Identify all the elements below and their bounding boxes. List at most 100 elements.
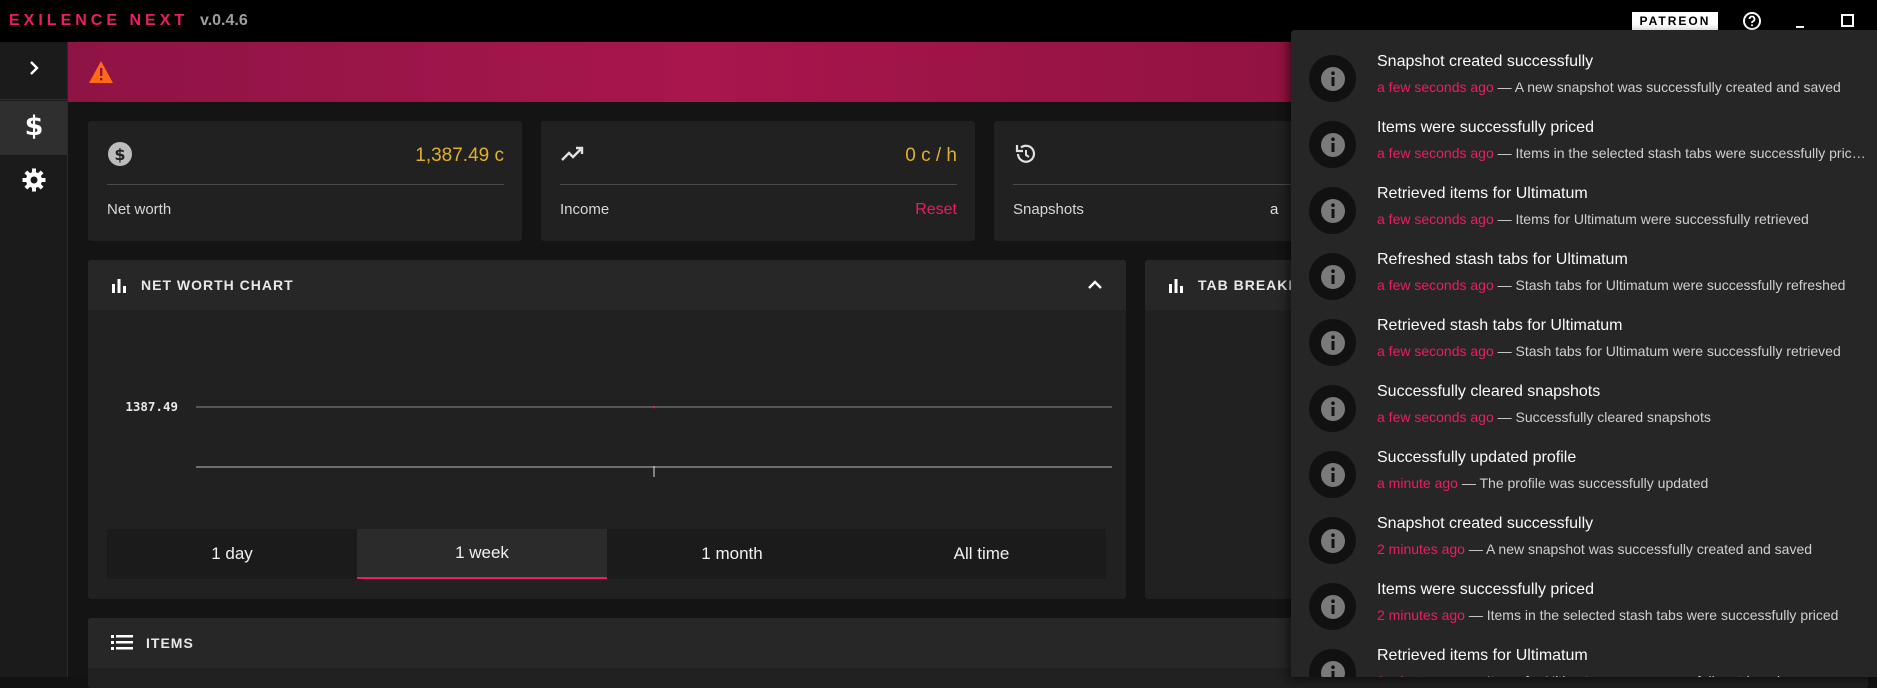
range-1-month[interactable]: 1 month bbox=[607, 529, 857, 579]
snapshots-value: a bbox=[1270, 201, 1279, 218]
history-icon bbox=[1013, 141, 1039, 172]
notification-message: — The profile was successfully updated bbox=[1457, 475, 1709, 491]
chevron-up-icon[interactable] bbox=[1086, 276, 1104, 299]
notification-item[interactable]: Snapshot created successfully 2 minutes a… bbox=[1291, 504, 1877, 570]
notification-message: — A new snapshot was successfully create… bbox=[1464, 541, 1813, 557]
sidebar-item-settings[interactable] bbox=[0, 155, 67, 209]
notification-item[interactable]: Successfully updated profile a minute ago… bbox=[1291, 438, 1877, 504]
notification-title: Retrieved items for Ultimatum bbox=[1377, 185, 1588, 202]
app-name: EXILENCE NEXT bbox=[9, 12, 189, 29]
net-worth-line-chart: 1387.49 14:53:53.029 bbox=[125, 399, 1112, 480]
notification-time: a few seconds ago bbox=[1377, 409, 1494, 425]
notification-message: — Items in the selected stash tabs were … bbox=[1493, 145, 1867, 161]
divider bbox=[560, 184, 957, 185]
notification-item[interactable]: Snapshot created successfully a few secon… bbox=[1291, 42, 1877, 108]
notifications-panel: Snapshot created successfully a few secon… bbox=[1291, 30, 1877, 677]
chevron-right-icon bbox=[26, 60, 42, 81]
net-worth-chart-panel: NET WORTH CHART 1387.49 14:53:53.029 1 da… bbox=[88, 260, 1126, 599]
range-selector: 1 day 1 week 1 month All time bbox=[107, 529, 1106, 579]
notification-body: a few seconds ago — Successfully cleared… bbox=[1377, 409, 1867, 425]
app-version: v.0.4.6 bbox=[200, 12, 248, 29]
notification-body: 2 minutes ago — Items for Ultimatum were… bbox=[1377, 673, 1867, 677]
dollar-icon: $ bbox=[23, 111, 45, 146]
notification-time: a minute ago bbox=[1377, 475, 1458, 491]
data-point bbox=[652, 405, 656, 409]
notification-body: a few seconds ago — Stash tabs for Ultim… bbox=[1377, 277, 1867, 293]
notification-message: — Items in the selected stash tabs were … bbox=[1464, 607, 1839, 623]
patreon-button[interactable]: PATREON bbox=[1632, 12, 1718, 30]
divider bbox=[107, 184, 504, 185]
sidebar-toggle-button[interactable] bbox=[0, 42, 67, 100]
notification-item[interactable]: Items were successfully priced a few seco… bbox=[1291, 108, 1877, 174]
svg-text:$: $ bbox=[24, 111, 43, 141]
minimize-icon[interactable] bbox=[1790, 10, 1812, 32]
trending-up-icon bbox=[560, 141, 586, 172]
notification-body: a few seconds ago — Stash tabs for Ultim… bbox=[1377, 343, 1867, 359]
panel-title: TAB BREAKD bbox=[1198, 277, 1300, 293]
reset-button[interactable]: Reset bbox=[915, 201, 957, 219]
notification-item[interactable]: Retrieved items for Ultimatum a few secon… bbox=[1291, 174, 1877, 240]
notification-body: a minute ago — The profile was successfu… bbox=[1377, 475, 1867, 491]
info-icon bbox=[1309, 451, 1356, 498]
notification-time: 2 minutes ago bbox=[1377, 541, 1465, 557]
notification-body: 2 minutes ago — A new snapshot was succe… bbox=[1377, 541, 1867, 557]
info-icon bbox=[1309, 583, 1356, 630]
notification-message: — Items for Ultimatum were successfully … bbox=[1493, 211, 1809, 227]
sidebar: $ bbox=[0, 42, 68, 677]
notification-body: a few seconds ago — A new snapshot was s… bbox=[1377, 79, 1867, 95]
info-icon bbox=[1309, 319, 1356, 366]
income-card: 0 c / h Income Reset bbox=[541, 121, 975, 241]
panel-header: NET WORTH CHART bbox=[88, 260, 1126, 310]
notification-time: a few seconds ago bbox=[1377, 343, 1494, 359]
notification-time: 2 minutes ago bbox=[1377, 607, 1465, 623]
notification-time: 2 minutes ago bbox=[1377, 673, 1465, 677]
info-icon bbox=[1309, 649, 1356, 677]
svg-text:$: $ bbox=[114, 145, 125, 164]
net-worth-label: Net worth bbox=[107, 201, 172, 218]
snapshots-label: Snapshots bbox=[1013, 201, 1084, 218]
notification-item[interactable]: Refreshed stash tabs for Ultimatum a few … bbox=[1291, 240, 1877, 306]
notification-title: Items were successfully priced bbox=[1377, 119, 1594, 136]
info-icon bbox=[1309, 517, 1356, 564]
sidebar-item-net-worth[interactable]: $ bbox=[0, 101, 67, 155]
net-worth-card: $ 1,387.49 c Net worth bbox=[88, 121, 522, 241]
notification-item[interactable]: Items were successfully priced 2 minutes … bbox=[1291, 570, 1877, 636]
notification-message: — Successfully cleared snapshots bbox=[1493, 409, 1711, 425]
help-icon[interactable] bbox=[1741, 10, 1763, 32]
notification-time: a few seconds ago bbox=[1377, 79, 1494, 95]
info-icon bbox=[1309, 121, 1356, 168]
panel-title: NET WORTH CHART bbox=[141, 277, 294, 293]
panel-title: ITEMS bbox=[146, 635, 194, 651]
notification-message: — A new snapshot was successfully create… bbox=[1493, 79, 1841, 95]
y-tick-label: 1387.49 bbox=[125, 399, 178, 414]
notification-title: Successfully updated profile bbox=[1377, 449, 1577, 466]
notification-item[interactable]: Successfully cleared snapshots a few seco… bbox=[1291, 372, 1877, 438]
notification-title: Items were successfully priced bbox=[1377, 581, 1594, 598]
bar-chart-icon bbox=[110, 276, 128, 299]
info-icon bbox=[1309, 385, 1356, 432]
notification-item[interactable]: Retrieved items for Ultimatum 2 minutes a… bbox=[1291, 636, 1877, 677]
info-icon bbox=[1309, 55, 1356, 102]
notification-message: — Stash tabs for Ultimatum were successf… bbox=[1493, 277, 1846, 293]
notification-title: Retrieved items for Ultimatum bbox=[1377, 647, 1588, 664]
notification-time: a few seconds ago bbox=[1377, 277, 1494, 293]
notification-time: a few seconds ago bbox=[1377, 145, 1494, 161]
notification-title: Successfully cleared snapshots bbox=[1377, 383, 1601, 400]
notification-item[interactable]: Retrieved stash tabs for Ultimatum a few … bbox=[1291, 306, 1877, 372]
notification-title: Snapshot created successfully bbox=[1377, 53, 1594, 70]
notification-message: — Stash tabs for Ultimatum were successf… bbox=[1493, 343, 1841, 359]
gear-icon bbox=[21, 167, 47, 198]
maximize-icon[interactable] bbox=[1837, 10, 1859, 32]
list-icon bbox=[111, 633, 133, 656]
x-tick-label: 14:53:53.029 bbox=[609, 478, 699, 480]
info-icon bbox=[1309, 187, 1356, 234]
bar-chart-icon bbox=[1167, 276, 1185, 299]
range-1-week[interactable]: 1 week bbox=[357, 529, 607, 579]
notification-body: a few seconds ago — Items for Ultimatum … bbox=[1377, 211, 1867, 227]
notification-title: Refreshed stash tabs for Ultimatum bbox=[1377, 251, 1628, 268]
notification-title: Snapshot created successfully bbox=[1377, 515, 1594, 532]
range-1-day[interactable]: 1 day bbox=[107, 529, 357, 579]
range-all-time[interactable]: All time bbox=[857, 529, 1106, 579]
net-worth-value: 1,387.49 c bbox=[415, 145, 504, 166]
warning-icon bbox=[88, 60, 114, 89]
